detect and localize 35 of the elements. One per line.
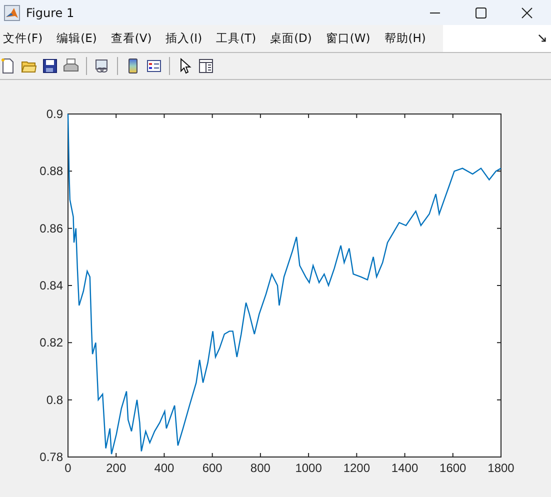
print-icon[interactable] [63,58,79,74]
tick-label: 400 [154,461,174,475]
menu-item[interactable]: 帮助(H) [381,31,431,46]
tick-label: 1200 [343,461,370,475]
app-icon [4,4,20,20]
tick-label: 1000 [295,461,322,475]
menu-item[interactable]: 查看(V) [108,31,157,46]
tick-label: 600 [202,461,222,475]
legend-icon[interactable] [146,58,162,74]
save-icon[interactable] [42,58,58,74]
tick-label: 1800 [488,461,514,475]
tick-label: 0.84 [40,278,63,292]
maximize-icon[interactable] [475,6,487,18]
tick-label: 0.82 [40,336,63,350]
dock-arrow-icon[interactable] [538,34,547,43]
property-panel-icon[interactable] [198,58,214,74]
menu-item[interactable]: 工具(T) [213,31,262,46]
window-title: Figure 1 [26,6,74,20]
tick-label: 0.9 [46,107,63,121]
close-icon[interactable] [521,6,533,18]
tick-label: 0.78 [40,450,63,464]
tick-label: 1400 [391,461,418,475]
menu-item[interactable]: 文件(F) [0,31,48,46]
tick-label: 1600 [440,461,466,475]
tick-label: 0.8 [46,392,63,407]
menu-item[interactable]: 编辑(E) [54,31,102,46]
menu-item[interactable]: 插入(I) [162,31,208,46]
tick-label: 0 [64,461,72,475]
tick-label: 200 [106,461,126,475]
menu-item[interactable]: 窗口(W) [322,31,376,46]
menu-item[interactable]: 桌面(D) [267,31,317,46]
tick-label: 0.88 [40,164,63,178]
tick-label: 800 [250,461,270,475]
new-file-icon[interactable] [0,58,16,74]
tick-label: 0.86 [40,221,63,236]
